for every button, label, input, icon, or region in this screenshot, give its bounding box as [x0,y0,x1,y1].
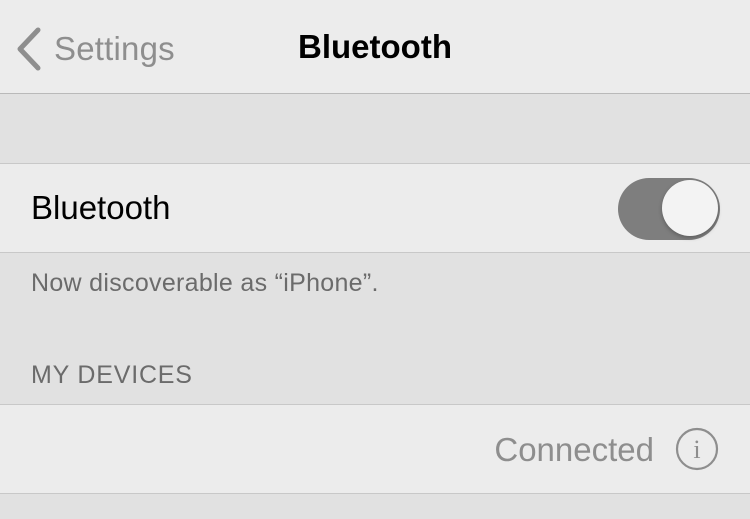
bluetooth-settings-screen: Settings Bluetooth Bluetooth Now discove… [0,0,750,519]
page-title: Bluetooth [298,28,452,65]
info-circle-icon[interactable]: i [675,427,719,471]
my-devices-header: MY DEVICES [31,361,193,389]
discoverable-status-text: Now discoverable as “iPhone”. [31,269,379,297]
bluetooth-toggle-row: Bluetooth [0,163,750,253]
toggle-knob [662,180,718,236]
navigation-bar: Settings Bluetooth [0,0,750,94]
device-row[interactable]: Connected i [0,404,750,494]
svg-text:i: i [693,435,700,464]
bluetooth-toggle[interactable] [618,178,720,240]
device-connection-status: Connected [494,431,654,468]
bluetooth-label: Bluetooth [31,189,171,226]
